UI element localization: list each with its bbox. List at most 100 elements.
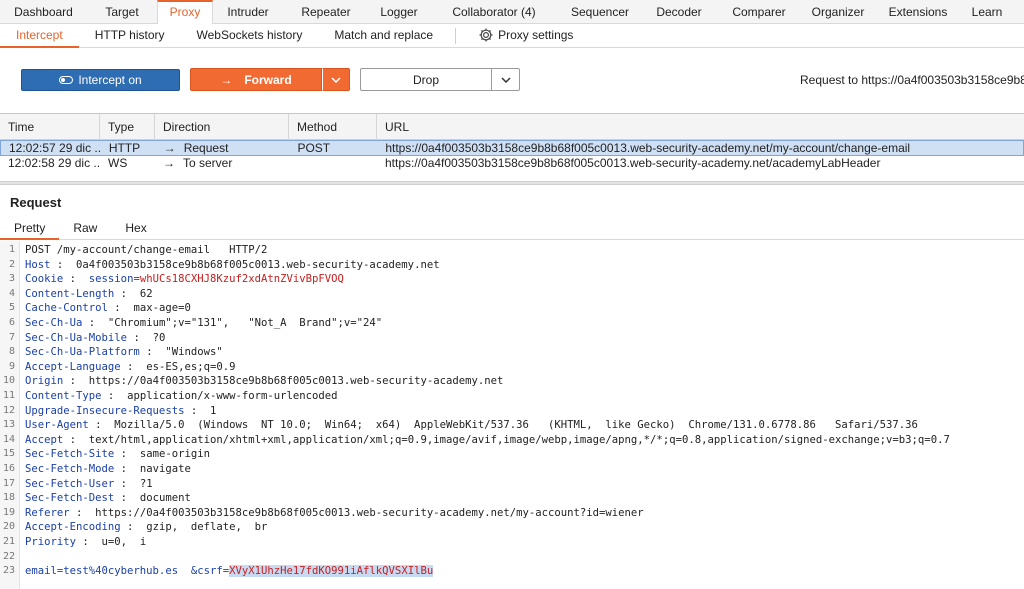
table-row[interactable]: 12:02:58 29 dic ... WS → To server https://0… [0, 156, 1024, 172]
tab-logger[interactable]: Logger [369, 0, 429, 24]
tab-raw[interactable]: Raw [59, 218, 111, 240]
column-header-url[interactable]: URL [377, 114, 1024, 140]
subtab-websockets-history[interactable]: WebSockets history [181, 24, 319, 48]
header-value: document [139, 492, 191, 505]
proxy-sub-tab-bar: Intercept HTTP history WebSockets history M… [0, 24, 1024, 48]
tab-pretty[interactable]: Pretty [0, 218, 60, 240]
editor-line: 10 Origin : https://0a4f003503b3158ce9b8b… [0, 374, 1024, 389]
code-text: Content-Type : application/x-www-form-ur… [25, 389, 338, 404]
separator [455, 27, 457, 44]
cell-time: 12:02:58 29 dic ... [8, 156, 100, 170]
tab-decoder[interactable]: Decoder [641, 0, 717, 24]
cookie-value: session=whUCs18CXHJ8Kzuf2xdAtnZVivBpFVOQ [89, 273, 344, 285]
column-header-time[interactable]: Time [0, 114, 100, 140]
drop-options-button[interactable] [491, 68, 520, 91]
editor-line: 14 Accept : text/html,application/xhtml+x… [0, 433, 1024, 448]
forward-button[interactable]: → Forward [190, 68, 322, 91]
column-header-method[interactable]: Method [289, 114, 377, 140]
header-value: 62 [139, 287, 153, 300]
header-separator: : [82, 317, 108, 329]
line-number: 13 [2, 419, 15, 431]
request-editor[interactable]: 1 POST /my-account/change-email HTTP/2 2 Ho… [0, 241, 1024, 589]
header-name: Accept-Language [25, 360, 121, 373]
cell-url: https://0a4f003503b3158ce9b8b68f005c0013… [385, 156, 881, 170]
header-value: max-age=0 [133, 302, 191, 315]
pane-splitter[interactable] [0, 181, 1024, 185]
tab-intruder[interactable]: Intruder [213, 0, 283, 24]
line-number: 17 [2, 477, 15, 489]
tab-comparer[interactable]: Comparer [717, 0, 801, 24]
header-value: https://0a4f003503b3158ce9b8b68f005c0013… [88, 375, 504, 388]
tab-target[interactable]: Target [87, 0, 157, 24]
column-header-type[interactable]: Type [100, 114, 155, 140]
header-separator: : [76, 536, 102, 548]
drop-button[interactable]: Drop [360, 68, 492, 91]
forward-options-button[interactable] [322, 68, 350, 91]
cell-type: HTTP [108, 141, 141, 155]
code-text: Accept-Language : es-ES,es;q=0.9 [25, 360, 235, 375]
header-value: "Chromium";v="131", "Not_A Brand";v="24" [107, 317, 383, 329]
intercept-toolbar: Intercept on → Forward Drop Request to h… [0, 49, 1024, 111]
drop-label: Drop [412, 72, 439, 87]
header-value: u=0, i [101, 536, 147, 548]
subtab-intercept[interactable]: Intercept [0, 24, 79, 48]
line-number: 9 [8, 360, 15, 372]
chevron-down-icon [500, 76, 511, 83]
intercept-toggle-button[interactable]: Intercept on [21, 69, 180, 91]
code-text: User-Agent : Mozilla/5.0 (Windows NT 10.… [25, 418, 918, 433]
header-separator: : [50, 258, 77, 271]
header-name: Sec-Fetch-Mode [25, 463, 115, 475]
editor-line: 1 POST /my-account/change-email HTTP/2 [0, 243, 1024, 258]
header-value: same-origin [139, 448, 210, 461]
editor-line: 16 Sec-Fetch-Mode : navigate [0, 462, 1024, 477]
line-number: 2 [8, 258, 15, 270]
line-number: 7 [8, 331, 15, 343]
tab-proxy[interactable]: Proxy [157, 0, 213, 24]
code-text: Sec-Ch-Ua : "Chromium";v="131", "Not_A B… [25, 316, 382, 331]
request-target-label: Request to https://0a4f003503b3158ce9b8 [800, 73, 1024, 87]
code-text: Priority : u=0, i [25, 535, 146, 550]
code-text: Host : 0a4f003503b3158ce9b8b68f005c0013.… [25, 258, 440, 273]
header-value: application/x-www-form-urlencoded [127, 390, 338, 402]
body-params: email=test%40cyberhub.es &csrf= [25, 565, 230, 578]
code-text: Sec-Ch-Ua-Platform : "Windows" [25, 345, 223, 360]
header-value: "Windows" [165, 346, 223, 359]
line-number: 20 [2, 521, 15, 533]
code-text: Referer : https://0a4f003503b3158ce9b8b6… [25, 506, 644, 521]
tab-organizer[interactable]: Organizer [801, 0, 875, 24]
tab-sequencer[interactable]: Sequencer [559, 0, 641, 24]
tab-hex[interactable]: Hex [111, 218, 160, 240]
editor-line: 7 Sec-Ch-Ua-Mobile : ?0 [0, 331, 1024, 346]
cell-method: POST [297, 141, 331, 155]
header-separator: : [120, 360, 147, 373]
header-separator: : [114, 448, 140, 461]
header-separator: : [107, 302, 134, 315]
subtab-match-and-replace[interactable]: Match and replace [318, 24, 449, 48]
column-header-direction[interactable]: Direction [155, 114, 289, 140]
editor-line: 13 User-Agent : Mozilla/5.0 (Windows NT 1… [0, 418, 1024, 433]
tab-learn[interactable]: Learn [961, 0, 1013, 24]
header-separator: : [114, 463, 140, 475]
header-name: Cache-Control [25, 302, 108, 315]
line-number: 14 [2, 433, 15, 445]
header-name: Content-Length [25, 287, 115, 300]
editor-line: 20 Accept-Encoding : gzip, deflate, br [0, 520, 1024, 535]
code-text: POST /my-account/change-email HTTP/2 [25, 244, 268, 256]
request-panel-title: Request [10, 195, 62, 210]
cell-url: https://0a4f003503b3158ce9b8b68f005c0013… [385, 141, 911, 155]
cell-time: 12:02:57 29 dic ... [9, 141, 101, 155]
forward-label: Forward [244, 72, 292, 87]
header-separator: : [63, 433, 89, 446]
header-name: Cookie [25, 273, 64, 286]
tab-repeater[interactable]: Repeater [283, 0, 369, 24]
cookie-token: whUCs18CXHJ8Kzuf2xdAtnZVivBpFVOQ [139, 273, 344, 286]
subtab-http-history[interactable]: HTTP history [79, 24, 181, 48]
proxy-settings-button[interactable]: Proxy settings [462, 24, 589, 48]
line-number: 11 [2, 390, 15, 401]
line-number: 6 [8, 317, 15, 328]
header-value: https://0a4f003503b3158ce9b8b68f005c0013… [95, 506, 644, 519]
table-row[interactable]: 12:02:57 29 dic ... HTTP → Request POST https… [0, 140, 1024, 156]
tab-dashboard[interactable]: Dashboard [0, 0, 87, 24]
tab-collaborator-4[interactable]: Collaborator (4) [429, 0, 559, 24]
tab-extensions[interactable]: Extensions [875, 0, 961, 24]
